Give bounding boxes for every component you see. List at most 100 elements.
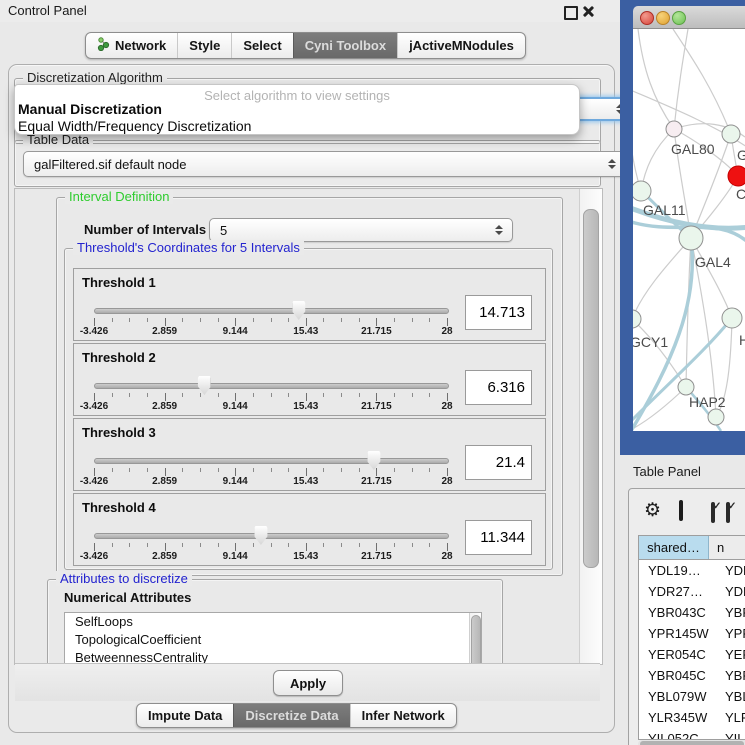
interval-definition-title: Interval Definition [65, 189, 173, 204]
slider-track[interactable] [94, 308, 449, 314]
table-panel-body: ⚙ shared…n YDL19…YDL1YDR27…YDR2YBR043CYB… [628, 488, 745, 745]
table-column-header[interactable]: n [709, 536, 745, 559]
axis-tick-label: 28 [441, 326, 452, 337]
table-cell: YLR3 [717, 707, 745, 728]
control-panel-title: Control Panel [8, 3, 87, 18]
table-row[interactable]: YPR145WYPR1 [639, 623, 745, 644]
network-graph: GAL80GCGAL11GAL4GCY1HHAP2 [633, 29, 745, 431]
numerical-attributes-list[interactable]: SelfLoopsTopologicalCoefficientBetweenne… [64, 612, 482, 665]
threshold-value-field[interactable]: 11.344 [465, 520, 532, 555]
table-cell: YDL19… [639, 560, 717, 581]
table-row[interactable]: YDL19…YDL1 [639, 560, 745, 581]
axis-tick-label: 21.715 [361, 326, 392, 337]
table-row[interactable]: YER054CYER0 [639, 644, 745, 665]
table-data-combobox[interactable]: galFiltered.sif default node [23, 151, 626, 177]
threshold-value-field[interactable]: 14.713 [465, 295, 532, 330]
network-node-label: GCY1 [633, 334, 668, 350]
thresholds-group: Threshold's Coordinates for 5 Intervals … [64, 248, 553, 570]
top-tab-bar: Network Style Select Cyni Toolbox jActiveMNo… [85, 32, 526, 59]
slider-track[interactable] [94, 383, 449, 389]
number-of-intervals-value: 5 [220, 223, 227, 238]
algorithm-dropdown-popup: Select algorithm to view settings Manual… [14, 84, 580, 135]
zoom-traffic-light-icon[interactable] [672, 11, 686, 25]
settings-scrollbar-thumb[interactable] [583, 209, 599, 568]
settings-scrollbar[interactable] [579, 189, 602, 664]
threshold-label: Threshold 1 [82, 275, 156, 290]
table-row[interactable]: YBL079WYBL0 [639, 686, 745, 707]
network-node[interactable] [708, 409, 724, 425]
tab-cyni-toolbox[interactable]: Cyni Toolbox [293, 33, 397, 58]
network-view-window[interactable]: GAL80GCGAL11GAL4GCY1HHAP2 [620, 0, 745, 455]
table-row[interactable]: YDR27…YDR2 [639, 581, 745, 602]
float-window-icon[interactable] [564, 6, 578, 20]
network-window-titlebar[interactable] [633, 6, 745, 29]
slider-track[interactable] [94, 458, 449, 464]
discretization-algorithm-group-title: Discretization Algorithm [23, 70, 167, 85]
network-node[interactable] [722, 125, 740, 143]
network-edge [673, 29, 731, 134]
network-edge [691, 238, 732, 318]
axis-tick-label: 15.43 [293, 551, 318, 562]
tab-network[interactable]: Network [86, 33, 177, 58]
apply-button[interactable]: Apply [273, 670, 343, 696]
tab-jactivemnodules[interactable]: jActiveMNodules [397, 33, 525, 58]
split-columns-button[interactable] [679, 502, 683, 520]
tab-label: Impute Data [148, 708, 222, 723]
axis-tick-label: 9.144 [223, 551, 248, 562]
checkbox-icon [711, 502, 715, 523]
table-cell: YPR1 [717, 623, 745, 644]
combo-arrows-icon [495, 225, 503, 235]
close-icon[interactable] [583, 5, 595, 17]
threshold-label: Threshold 3 [82, 425, 156, 440]
table-horizontal-scrollbar[interactable] [638, 740, 745, 745]
node-table[interactable]: shared…n YDL19…YDL1YDR27…YDR2YBR043CYBR0… [638, 535, 745, 740]
popup-item-manual-discretization[interactable]: Manual Discretization [18, 101, 162, 117]
network-node[interactable] [679, 226, 703, 250]
attribute-list-item[interactable]: SelfLoops [65, 613, 481, 631]
table-settings-button[interactable]: ⚙ [644, 501, 661, 521]
table-cell: YDL1 [717, 560, 745, 581]
list-scrollbar[interactable] [469, 613, 481, 665]
number-of-intervals-combobox[interactable]: 5 [209, 218, 513, 242]
table-row[interactable]: YIL052CYIL0 [639, 728, 745, 740]
tab-label: Style [189, 38, 220, 53]
axis-tick-label: 15.43 [293, 476, 318, 487]
network-node[interactable] [722, 308, 742, 328]
table-row[interactable]: YLR345WYLR3 [639, 707, 745, 728]
table-row[interactable]: YBR043CYBR0 [639, 602, 745, 623]
axis-tick-label: 15.43 [293, 401, 318, 412]
network-node[interactable] [678, 379, 694, 395]
network-node-label: C [736, 186, 745, 202]
slider-axis-labels: -3.4262.8599.14415.4321.71528 [94, 476, 447, 488]
select-columns-button[interactable] [711, 504, 715, 522]
slider-axis-labels: -3.4262.8599.14415.4321.71528 [94, 551, 447, 563]
attribute-list-item[interactable]: TopologicalCoefficient [65, 631, 481, 649]
network-node[interactable] [666, 121, 682, 137]
tab-label: Discretize Data [245, 708, 338, 723]
threshold-value-field[interactable]: 21.4 [465, 445, 532, 480]
tab-style[interactable]: Style [177, 33, 231, 58]
tab-impute-data[interactable]: Impute Data [137, 704, 233, 727]
network-canvas[interactable]: GAL80GCGAL11GAL4GCY1HHAP2 [633, 29, 745, 431]
popup-item-equal-width-frequency[interactable]: Equal Width/Frequency Discretization [18, 118, 251, 134]
table-cell: YER054C [639, 644, 717, 665]
tab-select[interactable]: Select [231, 33, 292, 58]
slider-track[interactable] [94, 533, 449, 539]
threshold-value-field[interactable]: 6.316 [465, 370, 532, 405]
network-node[interactable] [633, 310, 641, 328]
tab-infer-network[interactable]: Infer Network [350, 704, 456, 727]
table-hscrollbar-thumb[interactable] [640, 741, 744, 745]
minimize-traffic-light-icon[interactable] [656, 11, 670, 25]
tab-label: jActiveMNodules [409, 38, 514, 53]
axis-tick-label: 2.859 [152, 326, 177, 337]
threshold-panel-2: Threshold 2-3.4262.8599.14415.4321.71528… [73, 343, 546, 416]
tab-label: Cyni Toolbox [305, 38, 386, 53]
select-all-columns-button[interactable] [726, 504, 730, 522]
network-node[interactable] [633, 181, 651, 201]
table-row[interactable]: YBR045CYBR0 [639, 665, 745, 686]
tab-discretize-data[interactable]: Discretize Data [233, 704, 349, 727]
close-traffic-light-icon[interactable] [640, 11, 654, 25]
slider-axis-labels: -3.4262.8599.14415.4321.71528 [94, 326, 447, 338]
table-column-header[interactable]: shared… [639, 536, 709, 559]
network-node[interactable] [728, 166, 745, 186]
